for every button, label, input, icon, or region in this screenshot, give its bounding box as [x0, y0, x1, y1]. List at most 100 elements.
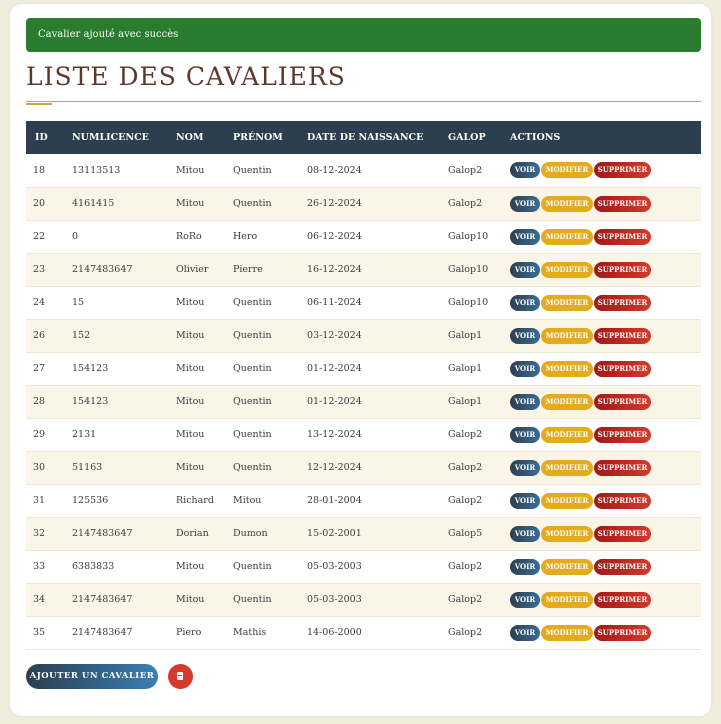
cell-numlicence: 51163 — [72, 462, 103, 473]
cell-date-naissance: 13-12-2024 — [307, 429, 362, 440]
cell-nom: Mitou — [176, 330, 205, 341]
delete-button[interactable]: SUPPRIMER — [594, 492, 651, 509]
cell-date-naissance: 08-12-2024 — [307, 164, 362, 176]
table-row: 29 2131 Mitou Quentin 13-12-2024 Galop2 VOIR MO… — [26, 418, 701, 451]
view-button[interactable]: VOIR — [510, 525, 540, 542]
table-row: 33 6383833 Mitou Quentin 05-03-2003 Galop2 VOI… — [26, 550, 701, 583]
cell-actions: VOIR MODIFIER SUPPRIMER — [510, 187, 701, 220]
cell-actions: VOIR MODIFIER SUPPRIMER — [510, 319, 701, 352]
table-row: 24 15 Mitou Quentin 06-11-2024 Galop10 VOIR MOD… — [26, 286, 701, 319]
delete-button[interactable]: SUPPRIMER — [594, 525, 651, 542]
cell-numlicence: 2131 — [72, 429, 97, 440]
cell-id: 33 — [33, 561, 46, 572]
cell-date-naissance: 03-12-2024 — [307, 330, 362, 341]
cell-actions: VOIR MODIFIER SUPPRIMER — [510, 220, 701, 253]
edit-button[interactable]: MODIFIER — [541, 492, 593, 509]
view-button[interactable]: VOIR — [510, 360, 540, 377]
cell-id: 20 — [33, 198, 46, 209]
table-row: 34 2147483647 Mitou Quentin 05-03-2003 Galop2… — [26, 583, 701, 616]
edit-button[interactable]: MODIFIER — [541, 360, 593, 377]
delete-button[interactable]: SUPPRIMER — [594, 459, 651, 476]
cell-galop: Galop10 — [448, 297, 489, 308]
cell-id: 31 — [33, 495, 46, 506]
cell-id: 23 — [33, 264, 46, 275]
cell-numlicence: 125536 — [72, 495, 109, 506]
view-button[interactable]: VOIR — [510, 393, 540, 410]
table-row: 27 154123 Mitou Quentin 01-12-2024 Galop1 VOIR… — [26, 352, 701, 385]
view-button[interactable]: VOIR — [510, 558, 540, 575]
delete-button[interactable]: SUPPRIMER — [594, 327, 651, 344]
view-button[interactable]: VOIR — [510, 228, 540, 245]
cell-id: 27 — [33, 363, 46, 374]
delete-button[interactable]: SUPPRIMER — [594, 591, 651, 608]
view-button[interactable]: VOIR — [510, 591, 540, 608]
delete-button[interactable]: SUPPRIMER — [594, 294, 651, 311]
edit-button[interactable]: MODIFIER — [541, 294, 593, 311]
delete-button[interactable]: SUPPRIMER — [594, 228, 651, 245]
table-row: 35 2147483647 Piero Mathis 14-06-2000 Galop2 V… — [26, 616, 701, 649]
cell-id: 29 — [33, 429, 46, 440]
edit-button[interactable]: MODIFIER — [541, 624, 593, 641]
edit-button[interactable]: MODIFIER — [541, 228, 593, 245]
edit-button[interactable]: MODIFIER — [541, 426, 593, 443]
edit-button[interactable]: MODIFIER — [541, 162, 593, 179]
cell-id: 28 — [33, 396, 46, 407]
table-body: 18 13113513 Mitou Quentin 08-12-2024 Galop2 VO… — [26, 154, 701, 649]
edit-button[interactable]: MODIFIER — [541, 195, 593, 212]
table-header-row: ID NUMLICENCE NOM PRÉNOM DATE DE NAISSAN… — [26, 121, 701, 154]
cell-id: 22 — [33, 231, 46, 242]
cell-nom: Mitou — [176, 198, 205, 209]
cell-date-naissance: 06-12-2024 — [307, 231, 362, 242]
cell-numlicence: 152 — [72, 330, 91, 341]
edit-button[interactable]: MODIFIER — [541, 327, 593, 344]
export-pdf-button[interactable] — [168, 664, 193, 689]
cell-id: 26 — [33, 330, 46, 341]
view-button[interactable]: VOIR — [510, 294, 540, 311]
cell-nom: RoRo — [176, 231, 202, 242]
cell-galop: Galop10 — [448, 264, 489, 275]
cell-prenom: Mathis — [233, 627, 267, 638]
cell-actions: VOIR MODIFIER SUPPRIMER — [510, 550, 701, 583]
delete-button[interactable]: SUPPRIMER — [594, 261, 651, 278]
edit-button[interactable]: MODIFIER — [541, 261, 593, 278]
cell-nom: Mitou — [176, 462, 205, 473]
cell-numlicence: 4161415 — [72, 198, 115, 209]
delete-button[interactable]: SUPPRIMER — [594, 195, 651, 212]
cell-date-naissance: 05-03-2003 — [307, 561, 362, 572]
add-rider-button[interactable]: AJOUTER UN CAVALIER — [26, 664, 158, 689]
delete-button[interactable]: SUPPRIMER — [594, 558, 651, 575]
cell-galop: Galop2 — [448, 164, 483, 176]
cell-prenom: Hero — [233, 231, 258, 242]
delete-button[interactable]: SUPPRIMER — [594, 360, 651, 377]
header-numlicence: NUMLICENCE — [72, 132, 149, 143]
cell-id: 32 — [33, 528, 46, 539]
view-button[interactable]: VOIR — [510, 195, 540, 212]
view-button[interactable]: VOIR — [510, 492, 540, 509]
view-button[interactable]: VOIR — [510, 162, 540, 179]
delete-button[interactable]: SUPPRIMER — [594, 624, 651, 641]
cell-numlicence: 2147483647 — [72, 627, 133, 638]
delete-button[interactable]: SUPPRIMER — [594, 393, 651, 410]
view-button[interactable]: VOIR — [510, 327, 540, 344]
view-button[interactable]: VOIR — [510, 459, 540, 476]
cell-actions: VOIR MODIFIER SUPPRIMER — [510, 286, 701, 319]
view-button[interactable]: VOIR — [510, 261, 540, 278]
cell-actions: VOIR MODIFIER SUPPRIMER — [510, 517, 701, 550]
cell-galop: Galop1 — [448, 363, 483, 374]
edit-button[interactable]: MODIFIER — [541, 459, 593, 476]
edit-button[interactable]: MODIFIER — [541, 393, 593, 410]
cell-prenom: Quentin — [233, 462, 272, 473]
edit-button[interactable]: MODIFIER — [541, 525, 593, 542]
edit-button[interactable]: MODIFIER — [541, 591, 593, 608]
header-nom: NOM — [176, 132, 204, 143]
view-button[interactable]: VOIR — [510, 426, 540, 443]
delete-button[interactable]: SUPPRIMER — [594, 426, 651, 443]
header-id: ID — [35, 132, 48, 143]
view-button[interactable]: VOIR — [510, 624, 540, 641]
cell-numlicence: 2147483647 — [72, 264, 133, 275]
table-row: 20 4161415 Mitou Quentin 26-12-2024 Galop2 VOI… — [26, 187, 701, 220]
delete-button[interactable]: SUPPRIMER — [594, 162, 651, 179]
cell-nom: Mitou — [176, 594, 205, 605]
cell-actions: VOIR MODIFIER SUPPRIMER — [510, 583, 701, 616]
edit-button[interactable]: MODIFIER — [541, 558, 593, 575]
